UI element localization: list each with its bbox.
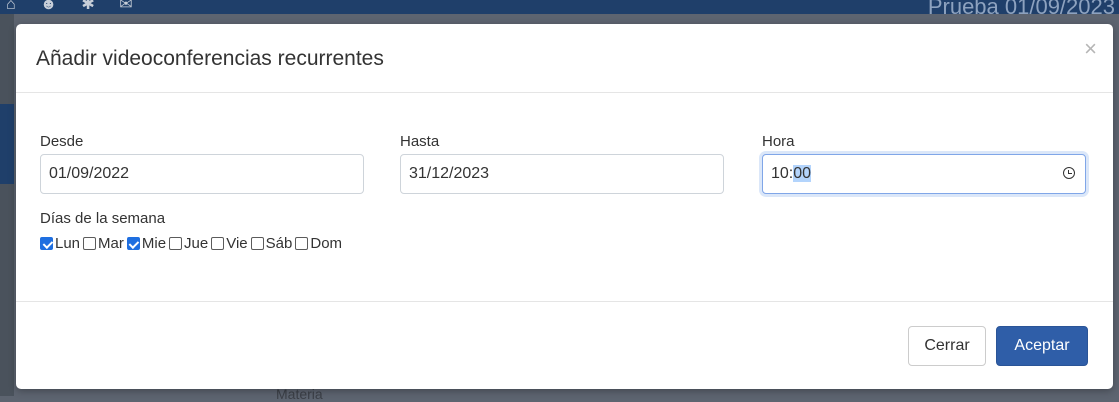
checkbox-mar[interactable] [83,237,97,250]
weekday-label: Jue [184,235,209,252]
weekday-sab[interactable]: Sáb [250,235,293,252]
weekday-lun[interactable]: Lun [40,235,80,252]
weekday-label: Mar [98,235,124,252]
weekday-mar[interactable]: Mar [83,235,124,252]
weekday-mie[interactable]: Mie [126,235,167,252]
weekdays-label: Días de la semana [40,210,166,227]
weekday-dom[interactable]: Dom [295,235,342,252]
modal-header: Añadir videoconferencias recurrentes × [16,24,1113,93]
aceptar-button[interactable]: Aceptar [996,326,1088,366]
topbar-icons: ⌂ ☻ ✱ ✉ [6,0,143,13]
weekday-label: Vie [226,235,248,252]
weekday-label: Sáb [265,235,293,252]
checkbox-sab[interactable] [250,237,264,250]
cerrar-button[interactable]: Cerrar [908,326,986,366]
weekday-label: Lun [55,235,81,252]
app-sidebar [0,14,14,396]
desde-value: 01/09/2022 [49,165,130,182]
hora-minutes-selected: 00 [793,165,812,182]
recurring-videoconference-dialog: Añadir videoconferencias recurrentes × D… [16,24,1113,389]
checkbox-jue[interactable] [169,237,183,250]
hora-time-input[interactable]: 10:00 [762,154,1086,194]
hora-hours: 10 [771,165,789,182]
weekday-label: Mie [141,235,167,252]
modal-title: Añadir videoconferencias recurrentes [36,47,384,70]
checkbox-lun[interactable] [40,237,53,250]
weekday-checkboxes: Lun Mar Mie Jue Vie Sáb Dom [40,235,345,252]
clock-icon[interactable] [1063,167,1075,179]
weekday-vie[interactable]: Vie [211,235,248,252]
hora-label: Hora [762,133,795,150]
checkbox-vie[interactable] [211,237,225,250]
checkbox-dom[interactable] [295,237,309,250]
desde-label: Desde [40,133,84,150]
desde-date-input[interactable]: 01/09/2022 [40,154,364,194]
app-topbar: ⌂ ☻ ✱ ✉ Prueba 01/09/2023 [0,0,1119,19]
hasta-date-input[interactable]: 31/12/2023 [400,154,724,194]
close-icon[interactable]: × [1084,38,1097,60]
hasta-value: 31/12/2023 [409,165,490,182]
weekday-label: Dom [310,235,343,252]
hasta-label: Hasta [400,133,440,150]
weekday-jue[interactable]: Jue [169,235,208,252]
checkbox-mie[interactable] [126,237,140,250]
app-header-title: Prueba 01/09/2023 [927,0,1115,19]
modal-footer: Cerrar Aceptar [16,301,1113,390]
sidebar-band [0,104,14,184]
